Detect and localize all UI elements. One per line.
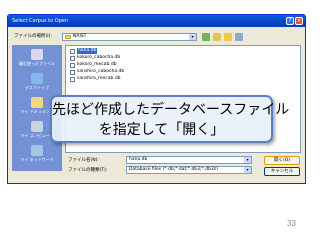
place-desktop[interactable]: デスクトップ <box>12 73 62 91</box>
list-item[interactable]: kokoro_mecab.db <box>70 62 117 68</box>
help-button[interactable]: ? <box>286 17 294 25</box>
view-menu-icon[interactable] <box>235 33 243 41</box>
list-item[interactable]: hana.db <box>70 48 98 54</box>
db-file-icon <box>70 76 75 82</box>
db-file-icon <box>70 62 75 68</box>
computer-icon <box>31 121 43 132</box>
new-folder-icon[interactable] <box>224 33 232 41</box>
filename-value: hana.db <box>129 157 148 162</box>
db-file-icon <box>70 55 75 61</box>
look-in-value: NAIST <box>73 34 87 39</box>
dialog-title: Select Corpus to Open <box>12 18 69 24</box>
instruction-callout: 先ほど作成したデータベースファイル を指定して「開く」 <box>50 95 290 143</box>
desktop-icon <box>31 73 43 84</box>
network-icon <box>31 145 43 156</box>
open-button[interactable]: 開く(O) <box>264 156 300 165</box>
look-in-combo[interactable]: NAIST ▾ <box>62 33 197 41</box>
list-item[interactable]: kokoro_cabocha.db <box>70 55 120 61</box>
filetype-select[interactable]: Database files (*.db;*.dat;*.db3;*.db3z)… <box>126 166 252 174</box>
folder-icon <box>65 35 71 39</box>
filename-label: ファイル名(N): <box>68 158 99 163</box>
recent-icon <box>31 49 43 60</box>
list-item[interactable]: sanshiro_cabocha.db <box>70 69 124 75</box>
callout-line-1: 先ほど作成したデータベースファイル <box>52 102 290 118</box>
chevron-down-icon[interactable]: ▾ <box>244 167 251 173</box>
filename-field[interactable]: hana.db ▾ <box>126 156 252 164</box>
chevron-down-icon[interactable]: ▾ <box>189 34 196 40</box>
place-recent[interactable]: 最近使ったファイル <box>12 49 62 67</box>
filetype-label: ファイルの種類(T): <box>68 168 108 173</box>
cancel-button[interactable]: キャンセル <box>264 167 300 176</box>
place-network[interactable]: マイ ネットワーク <box>12 145 62 163</box>
chevron-down-icon[interactable]: ▾ <box>244 157 251 163</box>
db-file-icon <box>70 48 75 54</box>
db-file-icon <box>70 69 75 75</box>
close-button[interactable]: × <box>295 17 303 25</box>
up-folder-icon[interactable] <box>213 33 221 41</box>
look-in-label: ファイルの場所(I): <box>14 34 52 39</box>
callout-line-2: を指定して「開く」 <box>98 122 225 138</box>
dialog-titlebar[interactable]: Select Corpus to Open ? × <box>8 15 305 27</box>
filetype-value: Database files (*.db;*.dat;*.db3;*.db3z) <box>129 167 218 172</box>
list-item[interactable]: sanshiro_mecab.db <box>70 76 121 82</box>
page-number: 33 <box>287 219 296 228</box>
documents-icon <box>31 97 43 108</box>
back-icon[interactable] <box>202 33 210 41</box>
